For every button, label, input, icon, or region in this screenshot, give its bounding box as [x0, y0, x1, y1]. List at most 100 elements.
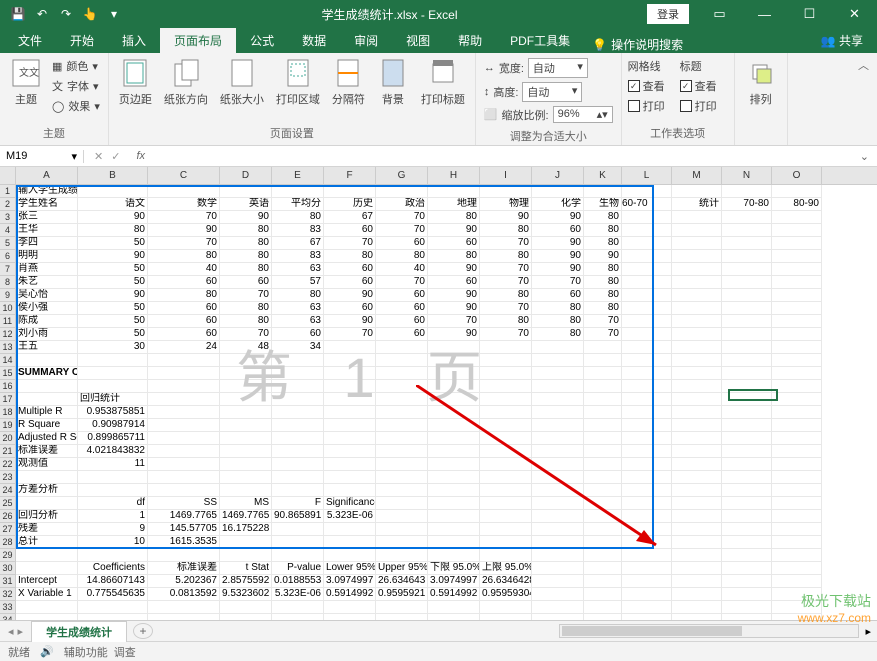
name-box[interactable]: M19▾: [0, 150, 84, 163]
colors-button[interactable]: ▦颜色▾: [50, 57, 102, 75]
background-button[interactable]: 背景: [373, 55, 413, 109]
col-header-L[interactable]: L: [622, 167, 672, 184]
row-header-27[interactable]: 27: [0, 523, 15, 536]
row-header-11[interactable]: 11: [0, 315, 15, 328]
row-header-5[interactable]: 5: [0, 237, 15, 250]
col-header-I[interactable]: I: [480, 167, 532, 184]
save-icon[interactable]: 💾: [10, 6, 26, 22]
col-header-H[interactable]: H: [428, 167, 480, 184]
tab-page-layout[interactable]: 页面布局: [160, 28, 236, 53]
row-header-28[interactable]: 28: [0, 536, 15, 549]
row-header-13[interactable]: 13: [0, 341, 15, 354]
col-header-E[interactable]: E: [272, 167, 324, 184]
tell-me-search[interactable]: 💡 操作说明搜索: [592, 36, 683, 53]
sheet-nav-first-icon[interactable]: ◂: [8, 625, 14, 638]
row-header-26[interactable]: 26: [0, 510, 15, 523]
row-header-17[interactable]: 17: [0, 393, 15, 406]
share-button[interactable]: 👥 共享: [807, 28, 877, 53]
spreadsheet[interactable]: ABCDEFGHIJKLMNO 123456789101112131415161…: [0, 167, 877, 620]
tab-review[interactable]: 审阅: [340, 28, 392, 53]
row-header-14[interactable]: 14: [0, 354, 15, 367]
undo-icon[interactable]: ↶: [34, 6, 50, 22]
row-header-31[interactable]: 31: [0, 575, 15, 588]
collapse-ribbon-icon[interactable]: ︿: [850, 53, 877, 145]
row-header-18[interactable]: 18: [0, 406, 15, 419]
orientation-button[interactable]: 纸张方向: [160, 55, 212, 109]
tab-formulas[interactable]: 公式: [236, 28, 288, 53]
row-header-24[interactable]: 24: [0, 484, 15, 497]
redo-icon[interactable]: ↷: [58, 6, 74, 22]
row-header-16[interactable]: 16: [0, 380, 15, 393]
tab-pdf[interactable]: PDF工具集: [496, 28, 584, 53]
gridlines-print-checkbox[interactable]: 打印: [628, 97, 676, 115]
select-all-corner[interactable]: [0, 167, 16, 184]
expand-formula-bar-icon[interactable]: ⌄: [852, 150, 877, 163]
tab-data[interactable]: 数据: [288, 28, 340, 53]
themes-button[interactable]: 文文 主题: [6, 55, 46, 109]
row-header-20[interactable]: 20: [0, 432, 15, 445]
row-header-6[interactable]: 6: [0, 250, 15, 263]
scroll-right-icon[interactable]: ▸: [859, 625, 877, 638]
row-header-1[interactable]: 1: [0, 185, 15, 198]
col-header-J[interactable]: J: [532, 167, 584, 184]
ribbon-options-icon[interactable]: ▭: [697, 0, 742, 28]
tab-insert[interactable]: 插入: [108, 28, 160, 53]
gridlines-view-checkbox[interactable]: ✓查看: [628, 77, 676, 95]
fonts-button[interactable]: 文字体▾: [50, 77, 102, 95]
cancel-formula-icon[interactable]: ✕: [94, 150, 103, 163]
row-header-19[interactable]: 19: [0, 419, 15, 432]
headings-print-checkbox[interactable]: 打印: [680, 97, 728, 115]
tab-file[interactable]: 文件: [4, 28, 56, 53]
row-header-21[interactable]: 21: [0, 445, 15, 458]
row-header-2[interactable]: 2: [0, 198, 15, 211]
row-header-12[interactable]: 12: [0, 328, 15, 341]
row-header-15[interactable]: 15: [0, 367, 15, 380]
status-accessibility[interactable]: 辅助功能: [64, 644, 108, 660]
height-combo[interactable]: 自动▾: [522, 82, 582, 102]
customize-qat-icon[interactable]: ▾: [106, 6, 122, 22]
margins-button[interactable]: 页边距: [115, 55, 156, 109]
col-header-C[interactable]: C: [148, 167, 220, 184]
col-header-D[interactable]: D: [220, 167, 272, 184]
breaks-button[interactable]: 分隔符: [328, 55, 369, 109]
tab-view[interactable]: 视图: [392, 28, 444, 53]
enter-formula-icon[interactable]: ✓: [111, 150, 120, 163]
row-header-34[interactable]: 34: [0, 614, 15, 620]
width-combo[interactable]: 自动▾: [528, 58, 588, 78]
row-header-22[interactable]: 22: [0, 458, 15, 471]
add-sheet-button[interactable]: +: [133, 623, 153, 639]
col-header-F[interactable]: F: [324, 167, 376, 184]
headings-view-checkbox[interactable]: ✓查看: [680, 77, 728, 95]
arrange-button[interactable]: 排列: [741, 55, 781, 109]
row-header-8[interactable]: 8: [0, 276, 15, 289]
fx-icon[interactable]: fx: [130, 150, 151, 162]
col-header-K[interactable]: K: [584, 167, 622, 184]
row-header-10[interactable]: 10: [0, 302, 15, 315]
col-header-N[interactable]: N: [722, 167, 772, 184]
effects-button[interactable]: ◯效果▾: [50, 97, 102, 115]
row-header-4[interactable]: 4: [0, 224, 15, 237]
row-header-9[interactable]: 9: [0, 289, 15, 302]
row-header-32[interactable]: 32: [0, 588, 15, 601]
scale-spinner[interactable]: 96%▴▾: [553, 106, 613, 123]
maximize-button[interactable]: ☐: [787, 0, 832, 28]
col-header-G[interactable]: G: [376, 167, 428, 184]
minimize-button[interactable]: —: [742, 0, 787, 28]
row-header-33[interactable]: 33: [0, 601, 15, 614]
print-titles-button[interactable]: 打印标题: [417, 55, 469, 109]
sheet-tab-active[interactable]: 学生成绩统计: [31, 621, 127, 642]
scrollbar-thumb[interactable]: [562, 626, 742, 636]
row-header-7[interactable]: 7: [0, 263, 15, 276]
sheet-nav-last-icon[interactable]: ▸: [18, 625, 24, 638]
size-button[interactable]: 纸张大小: [216, 55, 268, 109]
row-header-30[interactable]: 30: [0, 562, 15, 575]
col-header-A[interactable]: A: [16, 167, 78, 184]
cells-grid[interactable]: 第 1 页 输入学生成绩，自动统计学科的平均分等数据。班级：X年X班统计日期：X…: [16, 185, 877, 620]
row-header-29[interactable]: 29: [0, 549, 15, 562]
row-header-25[interactable]: 25: [0, 497, 15, 510]
col-header-B[interactable]: B: [78, 167, 148, 184]
col-header-O[interactable]: O: [772, 167, 822, 184]
print-area-button[interactable]: 打印区域: [272, 55, 324, 109]
close-button[interactable]: ✕: [832, 0, 877, 28]
login-button[interactable]: 登录: [647, 4, 689, 24]
